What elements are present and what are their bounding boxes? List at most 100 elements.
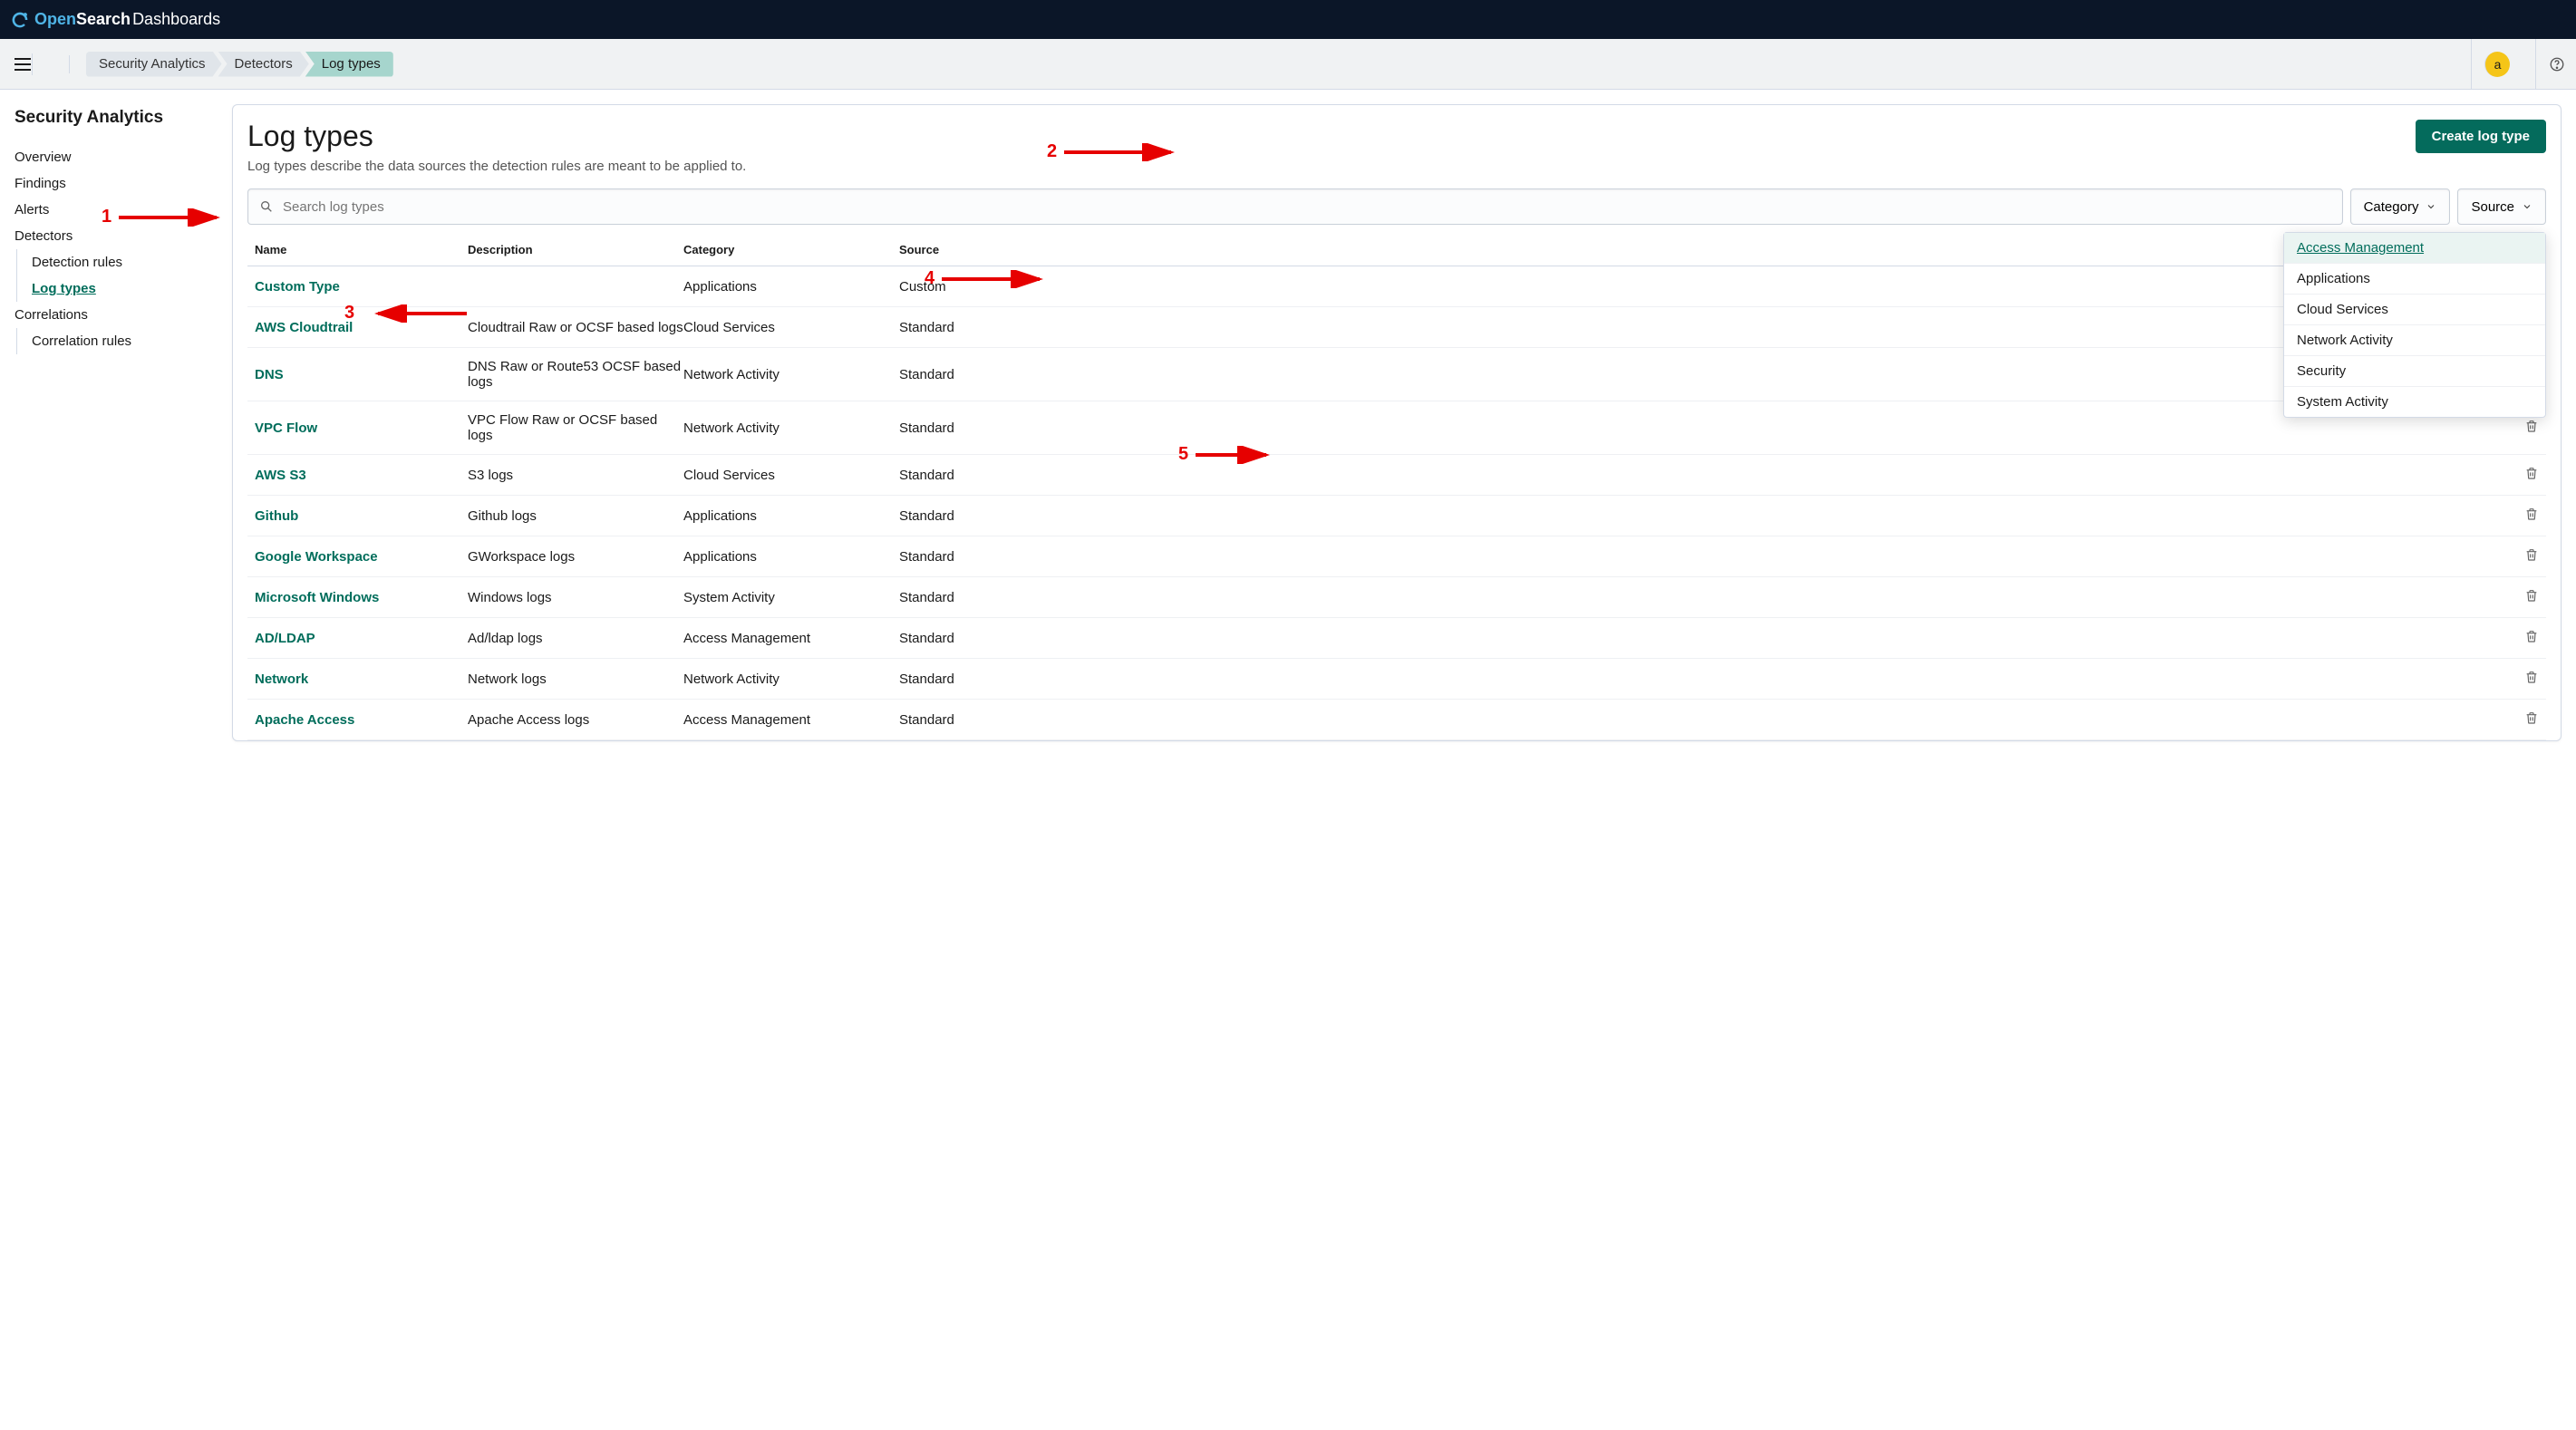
main-content: Log types Log types describe the data so… [218, 90, 2576, 756]
log-type-source: Standard [899, 631, 2503, 646]
log-type-description: VPC Flow Raw or OCSF based logs [468, 412, 683, 443]
table-row: DNSDNS Raw or Route53 OCSF based logsNet… [247, 348, 2546, 401]
log-type-source: Standard [899, 672, 2503, 687]
search-input-wrap[interactable] [247, 188, 2343, 225]
log-type-source: Standard [899, 549, 2503, 565]
log-type-category: System Activity [683, 590, 899, 605]
source-filter-button[interactable]: Source [2457, 188, 2546, 225]
delete-icon[interactable] [2524, 713, 2539, 729]
opensearch-logo-icon [11, 11, 29, 29]
th-category[interactable]: Category [683, 243, 899, 256]
delete-icon[interactable] [2524, 469, 2539, 484]
log-type-name-link[interactable]: Custom Type [255, 279, 468, 295]
delete-icon[interactable] [2524, 550, 2539, 565]
table-row: Microsoft WindowsWindows logsSystem Acti… [247, 577, 2546, 618]
breadcrumb-security-analytics[interactable]: Security Analytics [86, 52, 222, 77]
table-header: Name Description Category Source [247, 230, 2546, 266]
brand-dash: Dashboards [132, 10, 220, 28]
category-option-access-management[interactable]: Access Management [2284, 233, 2545, 264]
log-type-description: S3 logs [468, 468, 683, 483]
log-type-name-link[interactable]: Github [255, 508, 468, 524]
delete-icon[interactable] [2524, 591, 2539, 606]
log-type-source: Standard [899, 508, 2503, 524]
table-body: Custom TypeApplicationsCustomAWS Cloudtr… [247, 266, 2546, 740]
breadcrumb-detectors[interactable]: Detectors [218, 52, 309, 77]
category-option-cloud-services[interactable]: Cloud Services [2284, 295, 2545, 325]
table-row: AD/LDAPAd/ldap logsAccess ManagementStan… [247, 618, 2546, 659]
log-type-source: Standard [899, 320, 2503, 335]
table-row: Apache AccessApache Access logsAccess Ma… [247, 700, 2546, 740]
help-icon[interactable] [2549, 56, 2565, 72]
log-type-name-link[interactable]: DNS [255, 367, 468, 382]
log-type-source: Custom [899, 279, 2503, 295]
breadcrumb: Security AnalyticsDetectorsLog types [86, 52, 390, 77]
log-type-category: Applications [683, 508, 899, 524]
brand-logo[interactable]: OpenSearchDashboards [11, 10, 220, 29]
log-type-category: Cloud Services [683, 468, 899, 483]
delete-icon[interactable] [2524, 672, 2539, 688]
table-row: Custom Type ApplicationsCustom [247, 266, 2546, 307]
chevron-down-icon [2522, 201, 2532, 212]
table-row: AWS CloudtrailCloudtrail Raw or OCSF bas… [247, 307, 2546, 348]
log-type-category: Applications [683, 549, 899, 565]
category-option-network-activity[interactable]: Network Activity [2284, 325, 2545, 356]
log-type-category: Network Activity [683, 420, 899, 436]
sidebar-item-log-types[interactable]: Log types [32, 275, 218, 302]
brand-text: OpenSearchDashboards [34, 10, 220, 29]
log-type-description: Network logs [468, 672, 683, 687]
sidebar-item-overview[interactable]: Overview [15, 144, 218, 170]
table-row: VPC FlowVPC Flow Raw or OCSF based logsN… [247, 401, 2546, 455]
category-option-applications[interactable]: Applications [2284, 264, 2545, 295]
log-type-description: Cloudtrail Raw or OCSF based logs [468, 320, 683, 335]
create-log-type-button[interactable]: Create log type [2416, 120, 2546, 153]
log-type-category: Access Management [683, 631, 899, 646]
th-description[interactable]: Description [468, 243, 683, 256]
log-type-name-link[interactable]: AWS Cloudtrail [255, 320, 468, 335]
category-filter-button[interactable]: Category [2350, 188, 2451, 225]
log-types-panel: Log types Log types describe the data so… [232, 104, 2561, 741]
sidebar-item-alerts[interactable]: Alerts [15, 197, 218, 223]
log-type-source: Standard [899, 590, 2503, 605]
delete-icon[interactable] [2524, 509, 2539, 525]
log-type-name-link[interactable]: AD/LDAP [255, 631, 468, 646]
avatar-letter: a [2494, 57, 2502, 72]
log-type-name-link[interactable]: Apache Access [255, 712, 468, 728]
th-source[interactable]: Source [899, 243, 2503, 256]
menu-toggle-icon[interactable] [11, 53, 33, 75]
log-type-category: Network Activity [683, 367, 899, 382]
log-type-name-link[interactable]: VPC Flow [255, 420, 468, 436]
brand-banner: OpenSearchDashboards [0, 0, 2576, 39]
top-nav: Security AnalyticsDetectorsLog types a [0, 39, 2576, 90]
sidebar-item-findings[interactable]: Findings [15, 170, 218, 197]
log-type-name-link[interactable]: Microsoft Windows [255, 590, 468, 605]
page-title: Log types [247, 120, 746, 153]
category-option-system-activity[interactable]: System Activity [2284, 387, 2545, 417]
log-type-source: Standard [899, 367, 2503, 382]
brand-open: Open [34, 10, 76, 28]
log-type-category: Access Management [683, 712, 899, 728]
th-name[interactable]: Name [255, 243, 468, 256]
log-type-source: Standard [899, 468, 2503, 483]
category-filter-label: Category [2364, 199, 2419, 215]
log-type-category: Cloud Services [683, 320, 899, 335]
chevron-down-icon [2426, 201, 2436, 212]
category-option-security[interactable]: Security [2284, 356, 2545, 387]
delete-icon[interactable] [2524, 421, 2539, 437]
log-type-name-link[interactable]: Network [255, 672, 468, 687]
sidebar-item-correlation-rules[interactable]: Correlation rules [32, 328, 218, 354]
search-input[interactable] [274, 199, 2331, 215]
breadcrumb-log-types[interactable]: Log types [305, 52, 393, 77]
log-type-description: Apache Access logs [468, 712, 683, 728]
sidebar-item-detectors[interactable]: Detectors [15, 223, 218, 249]
log-type-name-link[interactable]: Google Workspace [255, 549, 468, 565]
delete-icon[interactable] [2524, 632, 2539, 647]
table-row: GithubGithub logsApplicationsStandard [247, 496, 2546, 536]
user-avatar[interactable]: a [2484, 52, 2510, 77]
log-type-name-link[interactable]: AWS S3 [255, 468, 468, 483]
sidebar-item-detection-rules[interactable]: Detection rules [32, 249, 218, 275]
search-icon [259, 199, 274, 214]
home-button[interactable] [44, 55, 70, 73]
sidebar-item-correlations[interactable]: Correlations [15, 302, 218, 328]
table-row: AWS S3S3 logsCloud ServicesStandard [247, 455, 2546, 496]
table-row: Google WorkspaceGWorkspace logsApplicati… [247, 536, 2546, 577]
